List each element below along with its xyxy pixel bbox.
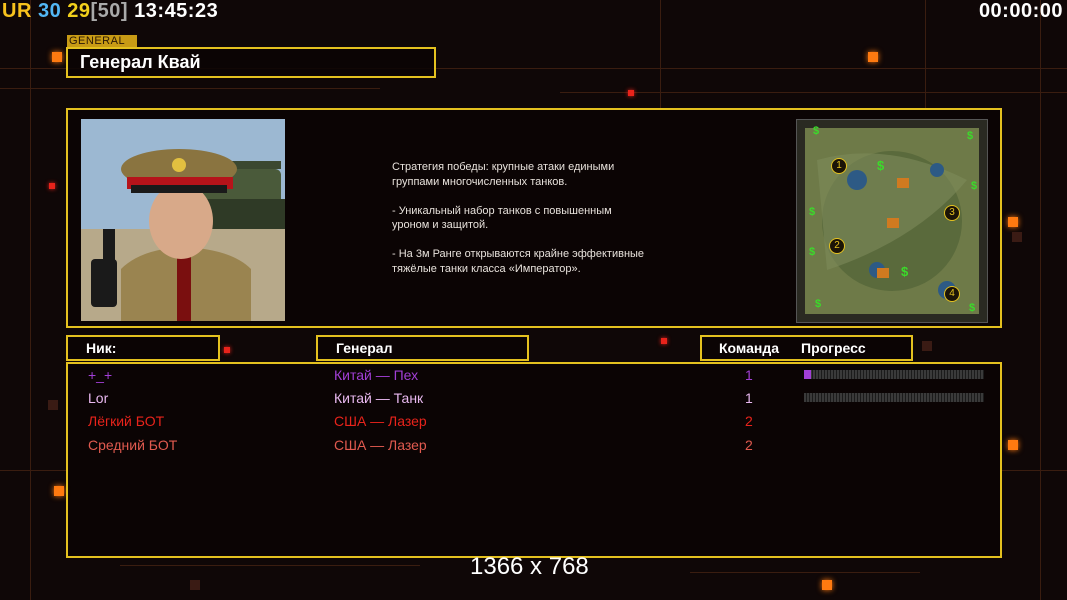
player-row[interactable]: Лёгкий БОТ США — Лазер 2 [68,410,1000,432]
column-header-team-progress: Команда Прогресс [700,335,913,361]
money-icon: $ [901,264,909,279]
spawn-3-icon[interactable]: 3 [944,205,960,221]
hud-stats: UR 30 29[50] 13:45:23 [2,0,218,23]
player-progress-bar [804,393,984,402]
player-nick: +_+ [88,367,113,383]
stat-bracket: [50] [90,0,129,22]
stat-a: 30 [37,0,62,22]
money-icon: $ [813,125,820,137]
player-row[interactable]: Средний БОТ США — Лазер 2 [68,434,1000,456]
general-name-title: Генерал Квай [66,47,436,78]
money-icon: $ [815,298,822,310]
resolution-overlay: 1366 x 768 [470,553,589,580]
general-description: Стратегия победы: крупные атаки едиными … [392,161,645,275]
general-portrait-art [81,119,285,321]
money-icon: $ [969,302,976,314]
player-general: Китай — Пех [334,367,419,383]
general-info-panel: Стратегия победы: крупные атаки едиными … [66,108,1002,328]
player-team: 2 [745,437,753,453]
player-row[interactable]: +_+ Китай — Пех 1 [68,364,1000,386]
spawn-4-icon[interactable]: 4 [944,286,960,302]
players-list: +_+ Китай — Пех 1 Lor Китай — Танк 1 Лёг… [66,362,1002,558]
spawn-2-icon[interactable]: 2 [829,238,845,254]
general-portrait-image [81,119,285,321]
player-general: США — Лазер [334,437,427,453]
player-team: 1 [745,390,753,406]
money-icon: $ [967,130,974,142]
ur-label: UR [2,0,32,22]
player-nick: Средний БОТ [88,437,178,453]
player-row[interactable]: Lor Китай — Танк 1 [68,387,1000,409]
spawn-1-icon[interactable]: 1 [831,158,847,174]
minimap[interactable]: 1 2 3 4 $ $ $ $ $ $ $ $ $ [796,119,988,323]
game-timer: 00:00:00 [978,0,1063,22]
column-header-general: Генерал [316,335,529,361]
column-header-progress: Прогресс [801,340,866,356]
column-header-nick: Ник: [66,335,220,361]
player-general: США — Лазер [334,413,427,429]
player-team: 1 [745,367,753,383]
column-header-team: Команда [719,340,779,356]
money-icon: $ [971,180,978,192]
player-progress-bar [804,370,984,379]
player-general: Китай — Танк [334,390,424,406]
money-icon: $ [877,158,885,173]
clock: 13:45:23 [134,0,219,22]
money-icon: $ [809,246,816,258]
stat-b: 29 [67,0,91,22]
player-team: 2 [745,413,753,429]
player-nick: Лёгкий БОТ [88,413,165,429]
player-progress-fill [804,370,812,379]
player-nick: Lor [88,390,109,406]
money-icon: $ [809,206,816,218]
